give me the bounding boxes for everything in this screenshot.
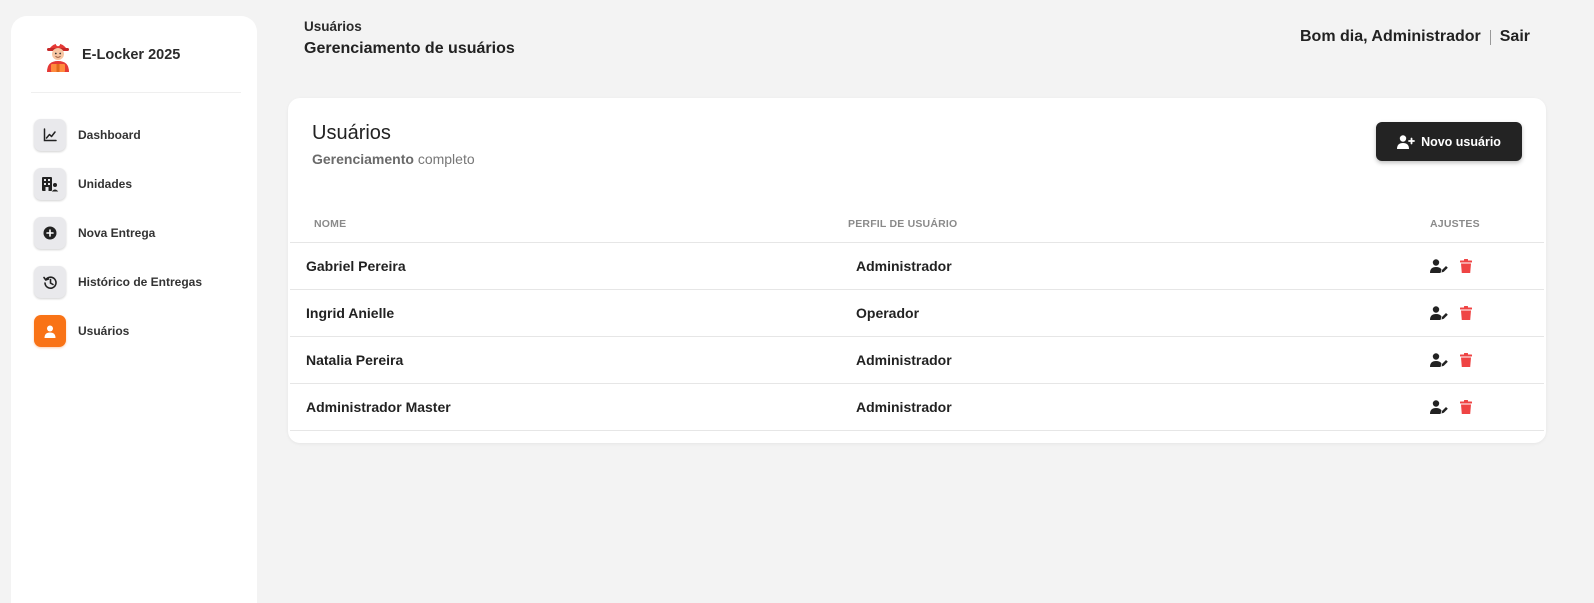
card-description: Gerenciamento completo <box>312 151 475 167</box>
sidebar: E-Locker 2025 Dashboard Unidades Nova En… <box>11 16 257 603</box>
user-area: Bom dia, Administrador Sair <box>1300 28 1530 46</box>
chart-line-icon <box>34 119 66 151</box>
sidebar-divider <box>31 92 241 93</box>
user-edit-icon[interactable] <box>1430 400 1448 414</box>
user-name: Ingrid Anielle <box>306 305 395 321</box>
table-row: Gabriel Pereira Administrador <box>290 243 1544 290</box>
building-user-icon <box>34 168 66 200</box>
sidebar-item-historico[interactable]: Histórico de Entregas <box>34 266 202 298</box>
plus-circle-icon <box>34 217 66 249</box>
breadcrumb: Usuários <box>304 19 362 34</box>
user-profile: Administrador <box>856 352 952 368</box>
sidebar-item-label: Histórico de Entregas <box>78 275 203 289</box>
sidebar-item-nova-entrega[interactable]: Nova Entrega <box>34 217 202 249</box>
trash-icon[interactable] <box>1460 259 1472 273</box>
user-name: Gabriel Pereira <box>306 258 406 274</box>
sidebar-nav: Dashboard Unidades Nova Entrega Históric… <box>34 119 202 364</box>
sidebar-item-dashboard[interactable]: Dashboard <box>34 119 202 151</box>
table-header: Nome Perfil de usuário Ajustes <box>290 206 1544 243</box>
column-header-name: Nome <box>314 218 347 230</box>
app-name: E-Locker 2025 <box>82 47 181 63</box>
table-row: Ingrid Anielle Operador <box>290 290 1544 337</box>
user-name: Administrador Master <box>306 399 451 415</box>
sidebar-item-unidades[interactable]: Unidades <box>34 168 202 200</box>
row-actions <box>1348 290 1544 336</box>
greeting-text: Bom dia, Administrador <box>1299 28 1481 45</box>
trash-icon[interactable] <box>1460 353 1472 367</box>
new-user-button-label: Novo usuário <box>1421 134 1501 149</box>
logout-link[interactable]: Sair <box>1500 28 1530 46</box>
user-profile: Operador <box>856 305 920 321</box>
sidebar-item-usuarios[interactable]: Usuários <box>34 315 202 347</box>
user-name: Natalia Pereira <box>306 352 404 368</box>
sidebar-item-label: Unidades <box>78 177 133 191</box>
column-header-profile: Perfil de usuário <box>848 218 958 230</box>
trash-icon[interactable] <box>1460 306 1472 320</box>
card-description-rest: completo <box>413 151 475 167</box>
brand[interactable]: E-Locker 2025 <box>43 38 180 72</box>
delivery-mascot-logo <box>47 41 69 72</box>
sidebar-item-label: Usuários <box>78 324 130 338</box>
row-actions <box>1348 384 1544 430</box>
user-icon <box>34 315 66 347</box>
table-row: Natalia Pereira Administrador <box>290 337 1544 384</box>
table-row: Administrador Master Administrador <box>290 384 1544 431</box>
user-edit-icon[interactable] <box>1430 353 1448 367</box>
history-icon <box>34 266 66 298</box>
user-edit-icon[interactable] <box>1430 306 1448 320</box>
user-profile: Administrador <box>856 399 952 415</box>
sidebar-item-label: Nova Entrega <box>78 226 156 240</box>
row-actions <box>1348 337 1544 383</box>
card-title: Usuários <box>312 122 391 144</box>
sidebar-item-label: Dashboard <box>78 128 141 142</box>
user-profile: Administrador <box>856 258 952 274</box>
column-header-actions: Ajustes <box>1430 218 1480 230</box>
trash-icon[interactable] <box>1460 400 1472 414</box>
header-separator <box>1489 29 1491 45</box>
user-plus-icon <box>1397 134 1415 149</box>
page-title: Gerenciamento de usuários <box>304 40 515 57</box>
users-card: Usuários Gerenciamento completo Novo usu… <box>288 98 1546 443</box>
users-table: Nome Perfil de usuário Ajustes Gabriel P… <box>290 206 1544 431</box>
card-description-strong: Gerenciamento <box>312 151 414 167</box>
row-actions <box>1348 243 1544 289</box>
user-edit-icon[interactable] <box>1430 259 1448 273</box>
new-user-button[interactable]: Novo usuário <box>1376 122 1522 161</box>
